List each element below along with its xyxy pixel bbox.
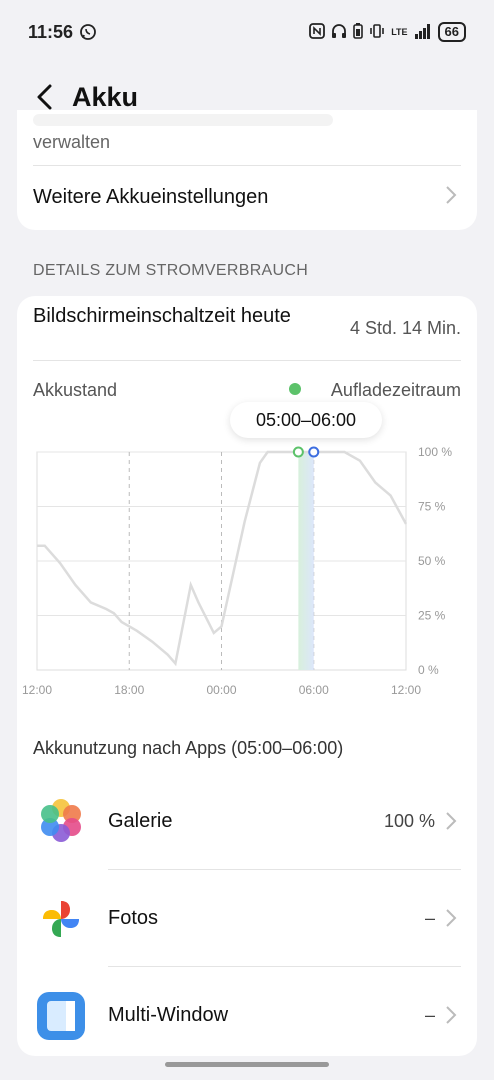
x-axis-label: 12:00 <box>22 683 52 697</box>
y-axis-label: 75 % <box>418 500 446 514</box>
usage-card: Bildschirmeinschaltzeit heute 4 Std. 14 … <box>17 296 477 1056</box>
battery-level: 66 <box>437 22 466 42</box>
y-axis-label: 100 % <box>418 445 452 459</box>
app-row-multi-window[interactable]: Multi-Window – <box>17 966 477 1063</box>
photos-icon <box>35 893 87 945</box>
screen-time-label: Bildschirmeinschaltzeit heute <box>33 305 291 327</box>
vibrate-icon <box>369 23 385 42</box>
chevron-right-icon <box>445 810 457 838</box>
app-usage-value: 100 % <box>383 811 435 831</box>
status-bar: 11:56 LTE 66 <box>0 0 494 64</box>
more-settings-label: Weitere Akkueinstellungen <box>33 186 269 208</box>
app-row-galerie[interactable]: Galerie 100 % <box>17 772 477 869</box>
x-axis-label: 00:00 <box>206 683 236 697</box>
screen-time-row: Bildschirmeinschaltzeit heute 4 Std. 14 … <box>17 296 477 360</box>
lte-label: LTE <box>391 27 408 37</box>
section-title: DETAILS ZUM STROMVERBRAUCH <box>33 262 309 279</box>
headphones-icon <box>331 23 347 42</box>
status-icons: LTE 66 <box>309 22 466 42</box>
app-name: Galerie <box>108 810 173 832</box>
status-time: 11:56 <box>28 21 74 42</box>
highlight-end-marker[interactable] <box>308 446 320 458</box>
chevron-right-icon <box>445 184 457 212</box>
battery-saver-icon <box>353 22 363 42</box>
y-axis-label: 50 % <box>418 554 446 568</box>
chevron-right-icon <box>445 907 457 935</box>
signal-icon <box>414 23 432 42</box>
divider <box>33 360 461 361</box>
multi-window-icon <box>35 990 87 1042</box>
app-name: Multi-Window <box>108 1004 229 1026</box>
charging-highlight <box>298 452 314 670</box>
app-row-fotos[interactable]: Fotos – <box>17 869 477 966</box>
gallery-icon <box>35 794 87 846</box>
x-axis-label: 18:00 <box>114 683 144 697</box>
page-title: Akku <box>72 81 139 112</box>
charging-legend-dot <box>289 383 301 395</box>
manage-row-text[interactable]: verwalten <box>33 132 110 153</box>
chart-tooltip: 05:00–06:00 <box>230 402 382 438</box>
more-settings-row[interactable]: Weitere Akkueinstellungen <box>17 166 477 230</box>
app-usage-value: – <box>424 908 435 928</box>
home-indicator[interactable] <box>165 1062 329 1067</box>
y-axis-label: 25 % <box>418 609 446 623</box>
chevron-right-icon <box>445 1004 457 1032</box>
y-axis-label: 0 % <box>418 663 439 677</box>
app-usage-value: – <box>424 1005 435 1025</box>
tooltip-text: 05:00–06:00 <box>255 409 357 430</box>
app-name: Fotos <box>108 907 159 929</box>
highlight-start-marker[interactable] <box>292 446 304 458</box>
back-arrow-icon[interactable] <box>34 83 56 111</box>
x-axis-label: 12:00 <box>391 683 421 697</box>
charging-legend-label: Aufladezeitraum <box>330 380 461 400</box>
nfc-icon <box>309 22 326 42</box>
battery-level-label: Akkustand <box>33 380 118 400</box>
settings-card: verwalten Weitere Akkueinstellungen <box>17 110 477 230</box>
clipped-text-line <box>33 114 333 126</box>
x-axis-label: 06:00 <box>299 683 329 697</box>
apps-section-title: Akkunutzung nach Apps (05:00–06:00) <box>33 738 344 758</box>
whatsapp-icon <box>79 23 97 41</box>
battery-chart[interactable]: 100 % 75 % 50 % 25 % 0 % 12:00 18:00 00:00 06:0… <box>17 438 477 708</box>
screen-time-value: 4 Std. 14 Min. <box>349 318 461 338</box>
